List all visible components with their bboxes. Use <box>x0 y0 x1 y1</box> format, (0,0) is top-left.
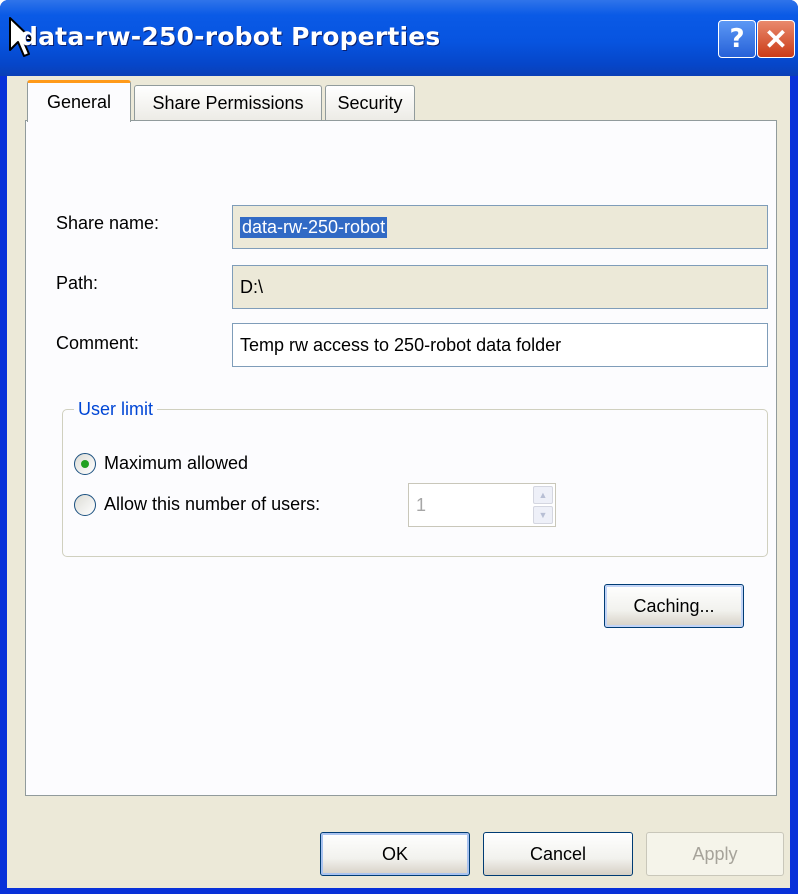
comment-label: Comment: <box>56 333 140 353</box>
allow-number-label[interactable]: Allow this number of users: <box>104 494 320 515</box>
path-label: Path: <box>56 273 99 293</box>
radio-selected-dot <box>81 460 89 468</box>
user-limit-legend: User limit <box>74 399 157 420</box>
apply-button-label: Apply <box>692 843 738 864</box>
spin-down-arrow-icon[interactable]: ▼ <box>533 506 553 524</box>
comment-input[interactable]: Temp rw access to 250-robot data folder <box>232 323 768 367</box>
ok-button[interactable]: OK <box>320 832 470 876</box>
tab-label: Security <box>337 93 403 113</box>
user-count-spinbox[interactable]: 1 ▲ ▼ <box>408 483 556 527</box>
comment-value: Temp rw access to 250-robot data folder <box>240 334 562 355</box>
spin-up-arrow-icon[interactable]: ▲ <box>533 486 553 504</box>
dialog-client-area: General Share Permissions Security Share… <box>7 76 790 888</box>
ok-button-label: OK <box>381 843 408 864</box>
close-icon: ✕ <box>764 23 788 55</box>
allow-number-radio[interactable] <box>74 494 96 516</box>
share-name-label: Share name: <box>56 213 160 233</box>
maximum-allowed-label[interactable]: Maximum allowed <box>104 453 248 474</box>
cancel-button-label: Cancel <box>529 843 587 864</box>
tab-share-permissions[interactable]: Share Permissions <box>134 85 322 121</box>
spin-buttons: ▲ ▼ <box>533 486 553 524</box>
close-button[interactable]: ✕ <box>757 20 795 58</box>
apply-button[interactable]: Apply <box>646 832 784 876</box>
tab-general[interactable]: General <box>27 80 131 122</box>
help-icon: ? <box>729 24 745 54</box>
properties-window: data-rw-250-robot Properties ? ✕ General… <box>0 0 798 894</box>
maximum-allowed-radio[interactable] <box>74 453 96 475</box>
window-title: data-rw-250-robot Properties <box>20 22 441 51</box>
caching-button-label: Caching... <box>633 595 715 616</box>
path-value: D:\ <box>240 276 264 297</box>
share-name-value: data-rw-250-robot <box>240 216 388 238</box>
title-bar[interactable]: data-rw-250-robot Properties ? ✕ <box>0 0 798 76</box>
path-field[interactable]: D:\ <box>232 265 768 309</box>
tab-label: Share Permissions <box>152 93 304 113</box>
general-tab-panel: Share name: data-rw-250-robot Path: D:\ … <box>25 120 777 796</box>
share-name-field[interactable]: data-rw-250-robot <box>232 205 768 249</box>
user-count-value: 1 <box>416 494 427 515</box>
tab-security[interactable]: Security <box>325 85 415 121</box>
tab-label: General <box>46 92 112 112</box>
help-button[interactable]: ? <box>718 20 756 58</box>
cancel-button[interactable]: Cancel <box>483 832 633 876</box>
caching-button[interactable]: Caching... <box>604 584 744 628</box>
